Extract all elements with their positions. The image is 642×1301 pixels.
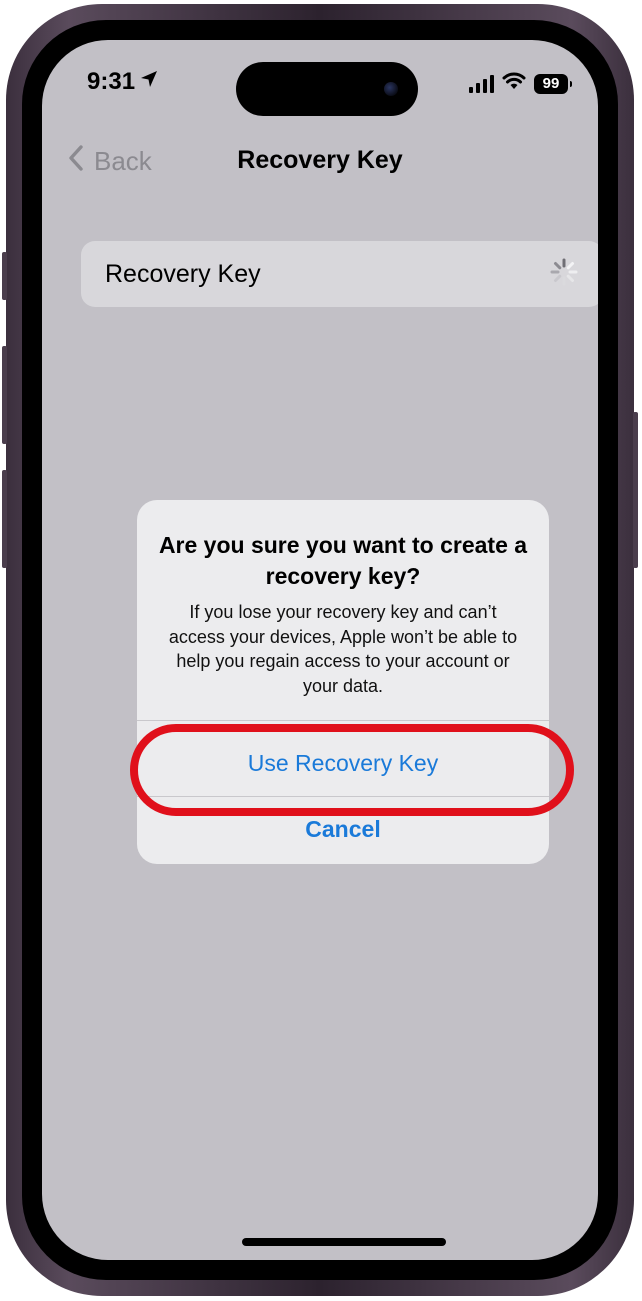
battery-level: 99 bbox=[542, 75, 560, 92]
screen: 9:31 99 Back Recovery Key Recovery Key A… bbox=[42, 40, 598, 1260]
phone-frame: 9:31 99 Back Recovery Key Recovery Key A… bbox=[2, 4, 638, 1296]
bezel: 9:31 99 Back Recovery Key Recovery Key A… bbox=[22, 20, 618, 1280]
wifi-icon bbox=[502, 72, 526, 95]
annotation-highlight-circle bbox=[130, 724, 574, 816]
action-button bbox=[2, 252, 7, 300]
status-time: 9:31 bbox=[87, 68, 159, 96]
power-button bbox=[633, 412, 638, 568]
home-indicator[interactable] bbox=[242, 1238, 446, 1246]
status-time-text: 9:31 bbox=[87, 68, 136, 95]
cancel-button[interactable]: Cancel bbox=[137, 816, 549, 843]
alert-message: If you lose your recovery key and can’t … bbox=[168, 602, 518, 696]
volume-down-button bbox=[2, 470, 7, 568]
cellular-signal-icon bbox=[469, 74, 494, 93]
location-arrow-icon bbox=[139, 68, 159, 96]
front-camera-icon bbox=[384, 82, 398, 96]
loading-spinner-icon bbox=[549, 257, 579, 292]
alert-divider-top bbox=[137, 720, 549, 721]
status-indicators: 99 bbox=[469, 72, 572, 95]
alert-title: Are you sure you want to create a recove… bbox=[158, 532, 528, 589]
page-title: Recovery Key bbox=[237, 146, 403, 174]
dynamic-island bbox=[236, 62, 418, 116]
battery-icon: 99 bbox=[534, 73, 572, 94]
volume-up-button bbox=[2, 346, 7, 444]
recovery-key-row-label: Recovery Key bbox=[105, 259, 261, 288]
recovery-key-row[interactable]: Recovery Key bbox=[81, 241, 598, 307]
